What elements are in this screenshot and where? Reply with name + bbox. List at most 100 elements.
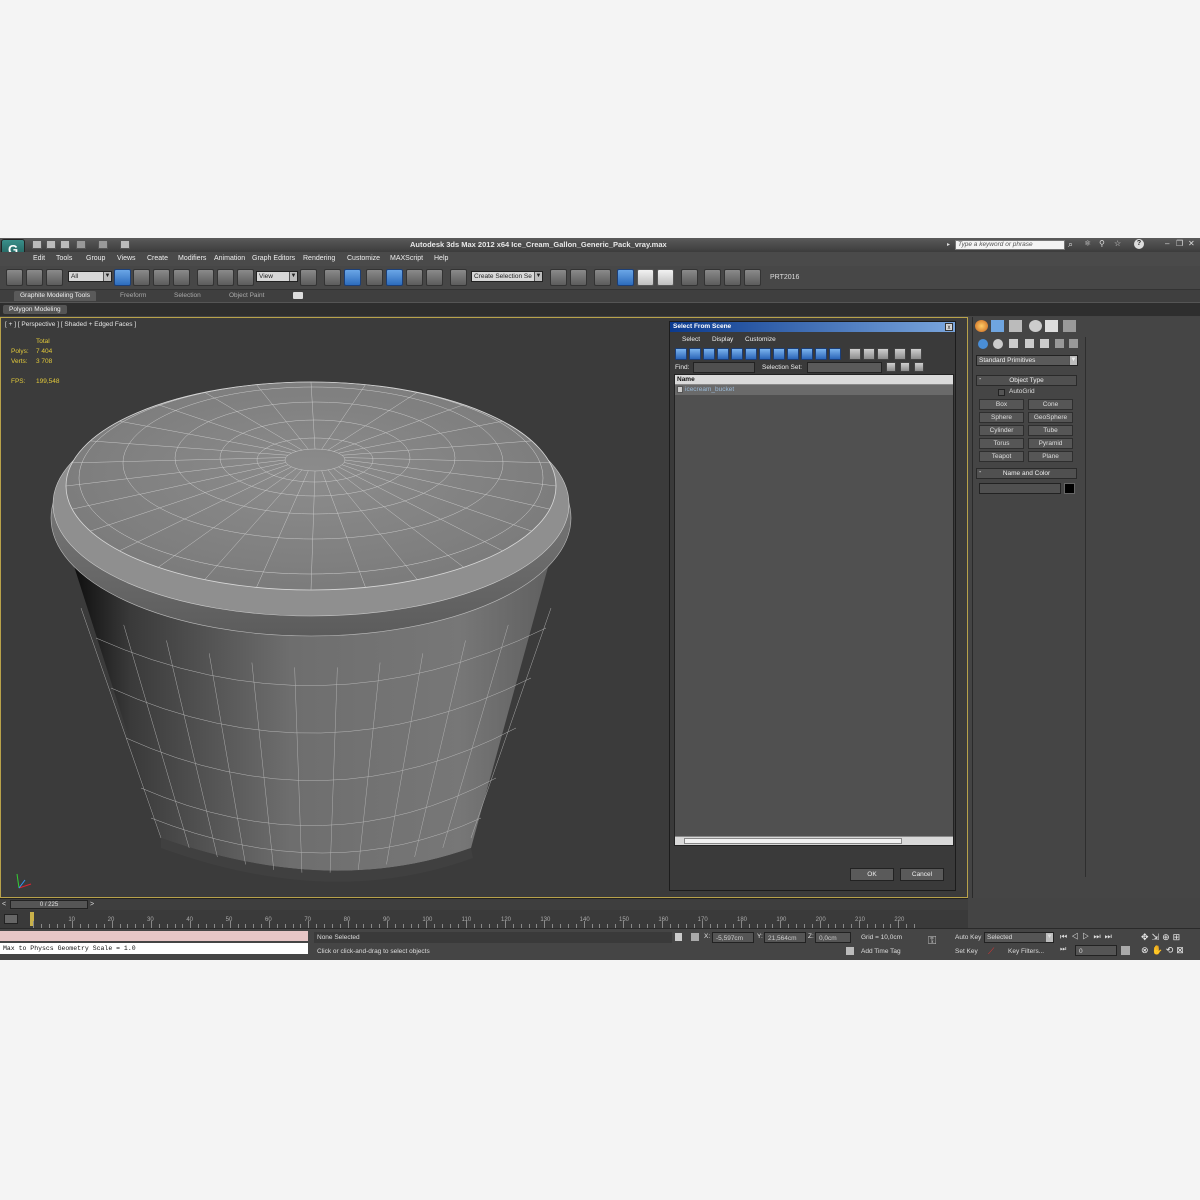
link-icon[interactable]	[6, 269, 23, 286]
set-key-button[interactable]: Set Key	[952, 946, 978, 957]
menu-rendering[interactable]: Rendering	[303, 255, 335, 262]
playback-controls[interactable]: ⏮◁▷⏭⏭	[1060, 932, 1116, 942]
time-next-arrow-icon[interactable]: >	[90, 901, 94, 908]
edit-named-selection-icon[interactable]	[450, 269, 467, 286]
prt-label[interactable]: PRT2016	[770, 274, 799, 281]
tab-object-paint[interactable]: Object Paint	[223, 291, 270, 301]
torus-button[interactable]: Torus	[979, 438, 1024, 449]
autogrid-checkbox[interactable]	[998, 389, 1005, 396]
display-cameras-icon[interactable]	[717, 348, 729, 360]
reference-coordinate-dropdown[interactable]: View ▼	[256, 271, 298, 282]
y-coordinate-field[interactable]: 21,564cm	[764, 932, 806, 943]
rollout-collapse-icon[interactable]: -	[979, 376, 981, 383]
selection-filter-dropdown[interactable]: All ▼	[68, 271, 112, 282]
key-mode-toggle-icon[interactable]: ⏭	[1060, 946, 1066, 954]
key-pencil-icon[interactable]: ⟋	[988, 946, 998, 956]
object-type-rollout[interactable]: Object Type	[976, 375, 1077, 386]
display-hidden-icon[interactable]	[829, 348, 841, 360]
current-frame-field[interactable]: 0	[1075, 945, 1117, 956]
display-frozen-icon[interactable]	[815, 348, 827, 360]
align-icon[interactable]	[570, 269, 587, 286]
viewport-navigation-bottom[interactable]: ⊗✋⟲⊠	[1141, 945, 1187, 956]
search-arrow-icon[interactable]: ▸	[947, 241, 950, 248]
binoculars-icon[interactable]: ⌕	[1068, 239, 1073, 250]
keyboard-shortcut-override-icon[interactable]	[344, 269, 361, 286]
angle-snap-icon[interactable]	[386, 269, 403, 286]
communication-icon[interactable]: ⚲	[1099, 239, 1105, 248]
ribbon-options-icon[interactable]	[293, 292, 303, 299]
menu-create[interactable]: Create	[147, 255, 168, 262]
list-item[interactable]: icecream_bucket	[675, 385, 953, 395]
add-time-tag-button[interactable]: Add Time Tag	[858, 946, 920, 957]
polygon-modeling-panel[interactable]: Polygon Modeling	[3, 305, 67, 314]
material-editor-icon[interactable]	[681, 269, 698, 286]
cameras-icon[interactable]	[1025, 339, 1034, 348]
maxscript-listener-input[interactable]	[0, 931, 308, 941]
mirror-icon[interactable]	[550, 269, 567, 286]
display-shapes-icon[interactable]	[689, 348, 701, 360]
box-button[interactable]: Box	[979, 399, 1024, 410]
menu-animation[interactable]: Animation	[214, 255, 245, 262]
maxscript-output[interactable]: Max to Physcs Geometry Scale = 1.0	[0, 943, 308, 954]
menu-help[interactable]: Help	[434, 255, 448, 262]
menu-customize[interactable]: Customize	[347, 255, 380, 262]
set-key-mode-key-icon[interactable]: ⚿	[928, 935, 936, 948]
render-setup-icon[interactable]	[704, 269, 721, 286]
helpers-icon[interactable]	[1040, 339, 1049, 348]
cylinder-button[interactable]: Cylinder	[979, 425, 1024, 436]
restore-icon[interactable]: ❐	[1176, 239, 1183, 248]
absolute-mode-icon[interactable]	[691, 933, 699, 941]
geosphere-button[interactable]: GeoSphere	[1028, 412, 1073, 423]
display-tab-icon[interactable]	[1045, 320, 1058, 332]
selection-set-dropdown[interactable]	[807, 362, 882, 373]
display-groups-icon[interactable]	[759, 348, 771, 360]
menu-graph-editors[interactable]: Graph Editors	[252, 255, 295, 262]
filter-icon[interactable]	[894, 348, 906, 360]
rectangular-selection-icon[interactable]	[153, 269, 170, 286]
display-invert-icon[interactable]	[877, 348, 889, 360]
spinner-snap-icon[interactable]	[426, 269, 443, 286]
percent-snap-icon[interactable]	[406, 269, 423, 286]
time-tag-icon[interactable]	[846, 947, 854, 955]
z-coordinate-field[interactable]: 0,0cm	[815, 932, 851, 943]
track-bar[interactable]: 10 20 30 40 50 60 70 80 90 100 110 120 130 140 150 160 1…	[0, 910, 968, 928]
display-space-warps-icon[interactable]	[745, 348, 757, 360]
mini-curve-editor-icon[interactable]	[4, 914, 18, 924]
render-teapot-icon[interactable]	[744, 269, 761, 286]
rendered-frame-window-icon[interactable]	[724, 269, 741, 286]
name-and-color-rollout[interactable]: Name and Color	[976, 468, 1077, 479]
object-color-swatch[interactable]	[1064, 483, 1075, 494]
display-lights-icon[interactable]	[703, 348, 715, 360]
space-warps-icon[interactable]	[1055, 339, 1064, 348]
redo-icon[interactable]	[98, 240, 108, 249]
teapot-button[interactable]: Teapot	[979, 451, 1024, 462]
select-by-name-icon[interactable]	[133, 269, 150, 286]
favorites-star-icon[interactable]: ☆	[1114, 239, 1121, 248]
display-containers-icon[interactable]	[801, 348, 813, 360]
sphere-button[interactable]: Sphere	[979, 412, 1024, 423]
hierarchy-tab-icon[interactable]	[1009, 320, 1022, 332]
key-filters-button[interactable]: Key Filters...	[1005, 946, 1055, 957]
new-file-icon[interactable]	[32, 240, 42, 249]
close-icon[interactable]: ✕	[1188, 239, 1195, 248]
window-crossing-icon[interactable]	[173, 269, 190, 286]
menu-modifiers[interactable]: Modifiers	[178, 255, 206, 262]
menu-views[interactable]: Views	[117, 255, 136, 262]
select-object-icon[interactable]	[114, 269, 131, 286]
motion-tab-icon[interactable]	[1029, 320, 1042, 332]
time-slider-thumb[interactable]: 0 / 225	[10, 900, 88, 909]
geometry-icon[interactable]	[978, 339, 988, 349]
add-set-icon[interactable]	[900, 362, 910, 372]
help-icon[interactable]: ?	[1134, 239, 1144, 249]
time-slider[interactable]: < 0 / 225 >	[0, 898, 968, 910]
curve-editor-icon[interactable]	[637, 269, 654, 286]
undo-icon[interactable]	[76, 240, 86, 249]
menu-maxscript[interactable]: MAXScript	[390, 255, 423, 262]
rollout-collapse-icon[interactable]: -	[979, 469, 981, 476]
plane-button[interactable]: Plane	[1028, 451, 1073, 462]
snaps-toggle-icon[interactable]	[366, 269, 383, 286]
pyramid-button[interactable]: Pyramid	[1028, 438, 1073, 449]
menu-group[interactable]: Group	[86, 255, 105, 262]
subscription-icon[interactable]: ⚛	[1084, 239, 1091, 248]
search-input[interactable]: Type a keyword or phrase	[955, 240, 1065, 250]
